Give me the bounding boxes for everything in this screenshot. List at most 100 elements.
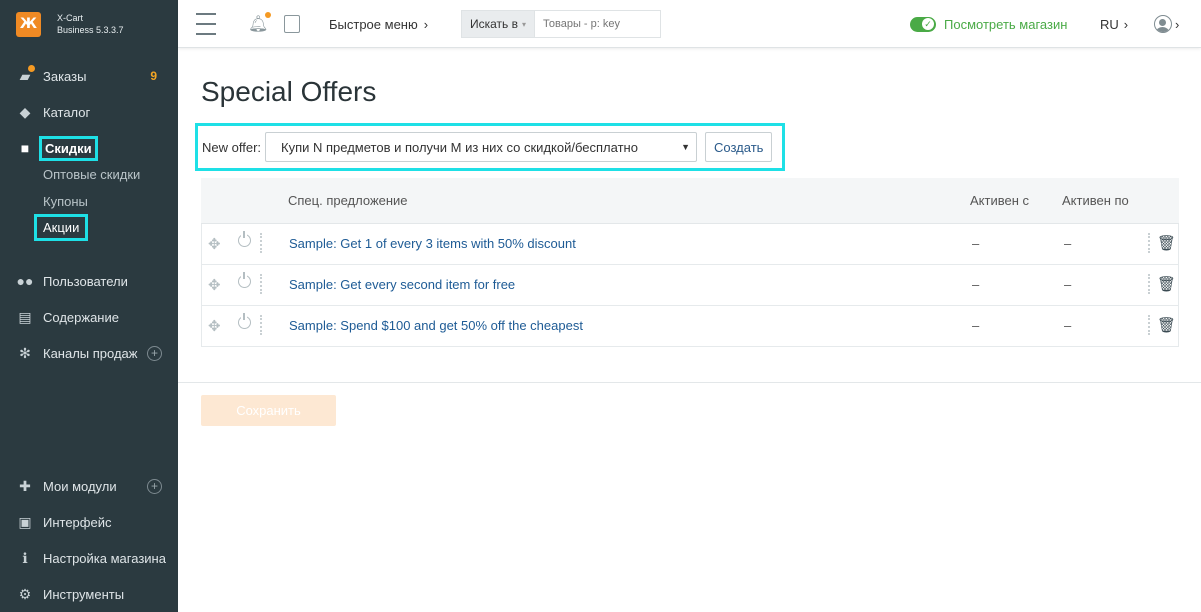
xcart-logo-icon: Ж: [16, 11, 41, 37]
power-toggle-icon[interactable]: [238, 231, 251, 247]
create-offer-button[interactable]: Создать: [705, 132, 773, 162]
menu-toggle-icon[interactable]: [196, 0, 216, 48]
sidebar-item-label: Мои модули: [43, 478, 117, 494]
brand-text: X-Cart Business 5.3.3.7: [57, 12, 124, 36]
bell-icon: 🔔︎: [248, 12, 272, 34]
sidebar-item-content[interactable]: ▤ Содержание: [0, 305, 178, 329]
caret-down-icon: ▾: [522, 19, 527, 29]
quick-menu-label: Быстрое меню: [329, 16, 418, 32]
drag-handle-icon[interactable]: ✥: [208, 276, 221, 294]
separator: [1148, 274, 1150, 294]
sidebar-item-store-settings[interactable]: ℹ Настройка магазина: [0, 546, 178, 570]
special-offers-table: Спец. предложение Активен с Активен по ✥…: [201, 178, 1179, 347]
add-channel-button[interactable]: +: [147, 346, 162, 361]
user-icon: [1154, 15, 1172, 33]
sidebar-item-discounts[interactable]: ■ Скидки: [0, 135, 178, 161]
view-store-link[interactable]: Посмотреть магазин: [910, 0, 1067, 48]
sidebar-item-tools[interactable]: ⚙ Инструменты: [0, 582, 178, 606]
divider: [178, 382, 1201, 383]
image-icon: ▣: [18, 513, 32, 530]
table-row: ✥ Sample: Get 1 of every 3 items with 50…: [201, 224, 1179, 265]
new-offer-form: New offer: Купи N предметов и получи M и…: [195, 123, 785, 171]
offer-type-select[interactable]: Купи N предметов и получи M из них со ск…: [265, 132, 698, 162]
view-store-label: Посмотреть магазин: [944, 16, 1068, 32]
table-row: ✥ Sample: Get every second item for free…: [201, 265, 1179, 306]
store-status-toggle[interactable]: [910, 16, 936, 32]
user-menu[interactable]: ›: [1154, 0, 1179, 48]
tag-icon: ◆: [19, 103, 31, 120]
drag-handle-icon[interactable]: ✥: [208, 235, 221, 253]
sidebar-item-users[interactable]: ●● Пользователи: [0, 269, 178, 293]
drag-handle-icon[interactable]: ✥: [208, 317, 221, 335]
quick-menu[interactable]: Быстрое меню ›: [329, 0, 428, 48]
search-scope-button[interactable]: Искать в ▾: [461, 10, 536, 38]
column-header-offer[interactable]: Спец. предложение: [288, 193, 408, 208]
column-header-active-from[interactable]: Активен с: [970, 193, 1029, 208]
sidebar-item-label: Настройка магазина: [43, 550, 166, 566]
search-scope-label: Искать в: [470, 17, 519, 31]
sidebar-item-label: Интерфейс: [43, 514, 112, 530]
gear-icon: ⚙: [18, 585, 32, 602]
sidebar-item-catalog[interactable]: ◆ Каталог: [0, 100, 178, 124]
page-title: Special Offers: [201, 76, 377, 107]
language-label: RU: [1100, 16, 1119, 32]
sidebar-item-label: Каналы продаж: [43, 345, 138, 361]
info-icon: ℹ: [22, 549, 28, 566]
chevron-right-icon: ›: [423, 16, 429, 32]
sidebar: Ж X-Cart Business 5.3.3.7 ▰ Заказы 9 ◆ К…: [0, 0, 178, 612]
sidebar-subitem-promotions[interactable]: Акции: [34, 214, 89, 241]
separator: [260, 315, 262, 335]
brand-edition: Business 5.3.3.7: [57, 25, 124, 35]
power-toggle-icon[interactable]: [238, 313, 251, 329]
offer-link[interactable]: Sample: Spend $100 and get 50% off the c…: [289, 318, 583, 333]
channels-icon: ✻: [19, 344, 31, 361]
separator: [1148, 233, 1150, 253]
trash-icon[interactable]: 🗑︎: [1157, 275, 1176, 293]
notifications-button[interactable]: 🔔︎: [248, 0, 272, 48]
sidebar-subitem-coupons[interactable]: Купоны: [43, 194, 88, 209]
topbar: 🔔︎ Быстрое меню › Искать в ▾ Посмотреть …: [178, 0, 1201, 48]
active-from-value: –: [972, 318, 980, 333]
brand-name: X-Cart: [57, 13, 84, 23]
trash-icon[interactable]: 🗑︎: [1157, 316, 1176, 334]
sidebar-subitem-wholesale[interactable]: Оптовые скидки: [43, 167, 140, 182]
calculator-icon: [284, 15, 300, 33]
offer-link[interactable]: Sample: Get 1 of every 3 items with 50% …: [289, 236, 576, 251]
content-icon: ▤: [18, 308, 32, 325]
add-module-button[interactable]: +: [147, 479, 162, 494]
language-switcher[interactable]: RU ›: [1100, 0, 1128, 48]
caret-down-icon: ▼: [681, 142, 691, 152]
table-header: Спец. предложение Активен с Активен по: [201, 178, 1179, 224]
active-from-value: –: [972, 277, 980, 292]
separator: [260, 233, 262, 253]
users-icon: ●●: [16, 273, 34, 289]
sidebar-item-label: Пользователи: [43, 273, 128, 289]
table-row: ✥ Sample: Spend $100 and get 50% off the…: [201, 306, 1179, 347]
active-to-value: –: [1064, 236, 1072, 251]
search-bar: Искать в ▾: [461, 0, 662, 48]
sidebar-item-label: Скидки: [39, 135, 98, 161]
sidebar-item-orders[interactable]: ▰ Заказы 9: [0, 64, 178, 88]
orders-count-badge: 9: [150, 69, 157, 83]
sidebar-item-label: Содержание: [43, 309, 119, 325]
gift-icon: ■: [20, 140, 30, 156]
calculator-button[interactable]: [284, 0, 300, 48]
column-header-active-to[interactable]: Активен по: [1062, 193, 1129, 208]
active-to-value: –: [1064, 277, 1072, 292]
chevron-right-icon: ›: [1175, 16, 1180, 32]
offer-link[interactable]: Sample: Get every second item for free: [289, 277, 515, 292]
separator: [260, 274, 262, 294]
sidebar-item-label: Каталог: [43, 104, 91, 120]
offer-type-selected: Купи N предметов и получи M из них со ск…: [281, 139, 638, 155]
new-offer-label: New offer:: [202, 139, 262, 155]
puzzle-icon: ✚: [19, 477, 31, 494]
brand[interactable]: Ж X-Cart Business 5.3.3.7: [0, 0, 178, 48]
active-to-value: –: [1064, 318, 1072, 333]
save-button[interactable]: Сохранить: [201, 395, 336, 426]
power-toggle-icon[interactable]: [238, 272, 251, 288]
active-from-value: –: [972, 236, 980, 251]
sidebar-item-interface[interactable]: ▣ Интерфейс: [0, 510, 178, 534]
trash-icon[interactable]: 🗑︎: [1157, 234, 1176, 252]
orders-icon: ▰: [16, 65, 35, 84]
search-input[interactable]: [535, 10, 662, 38]
